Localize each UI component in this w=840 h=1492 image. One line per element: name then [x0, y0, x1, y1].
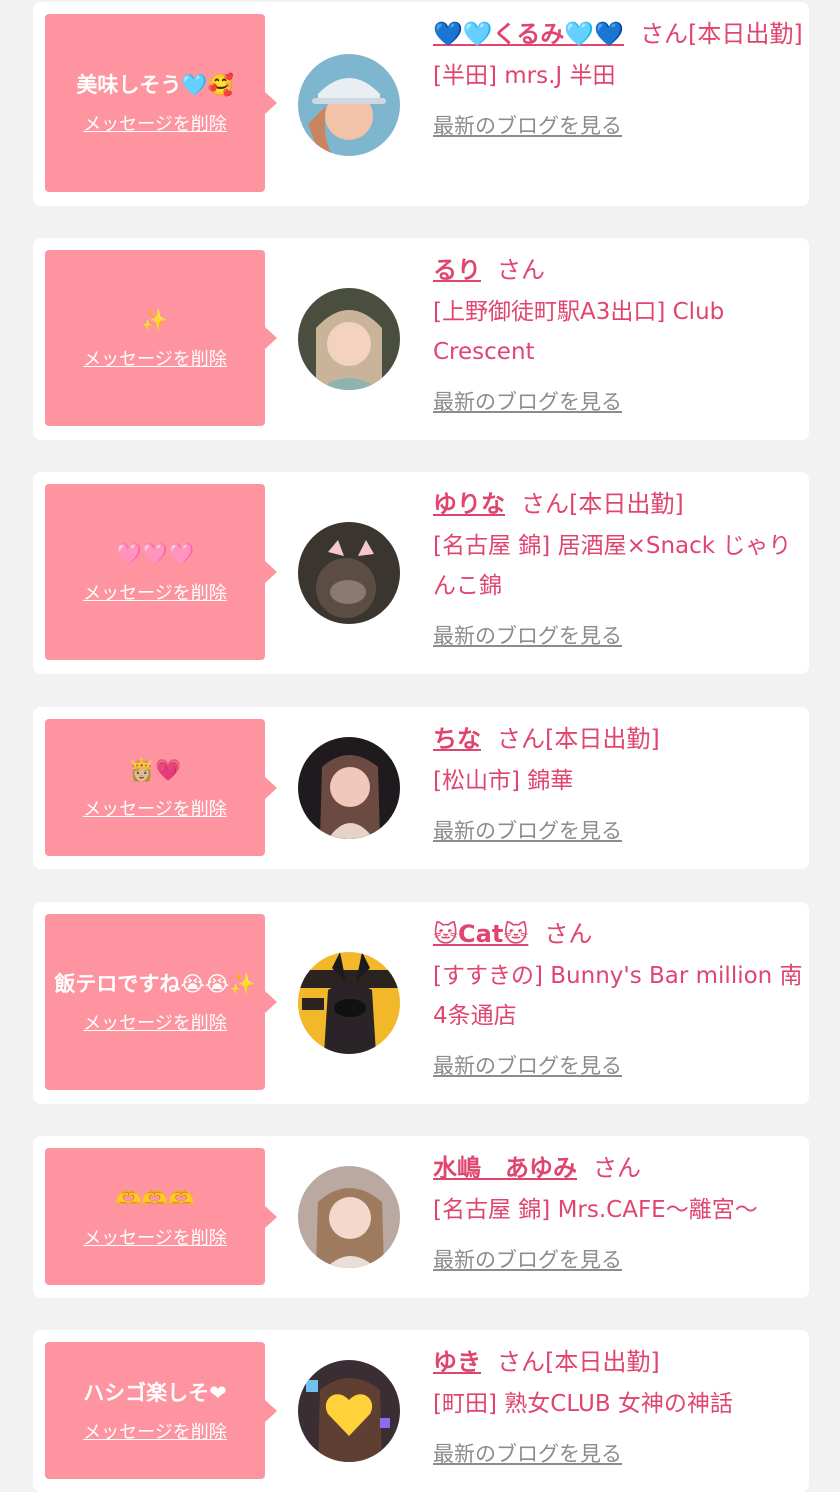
message-card: 🩷🩷🩷 メッセージを削除 ゆりな さん[本日出勤] [名古屋 錦] 居酒屋×Sna… — [33, 472, 809, 674]
profile-name-link[interactable]: るり — [433, 256, 481, 284]
latest-blog-link[interactable]: 最新のブログを見る — [433, 110, 622, 140]
message-card: 美味しそう🩵🥰 メッセージを削除 💙🩵くるみ🩵💙 さん[本日出勤] [半田] mr… — [33, 2, 809, 206]
latest-blog-link[interactable]: 最新のブログを見る — [433, 1244, 622, 1274]
delete-message-link[interactable]: メッセージを削除 — [83, 1418, 227, 1444]
profile-name-link[interactable]: ゆき — [433, 1348, 481, 1376]
message-card: ハシゴ楽しそ❤ メッセージを削除 ゆき さん[本日出勤] [町田] 熟女CLUB … — [33, 1330, 809, 1492]
message-text: 🫶🫶🫶 — [115, 1186, 195, 1211]
delete-message-link[interactable]: メッセージを削除 — [83, 110, 227, 136]
shop-name: [上野御徒町駅A3出口] Club Crescent — [433, 299, 725, 365]
avatar[interactable] — [298, 288, 400, 390]
shop-name: [すすきの] Bunny's Bar million 南4条通店 — [433, 963, 803, 1029]
profile-name-link[interactable]: ゆりな — [433, 490, 505, 518]
message-bubble: 美味しそう🩵🥰 メッセージを削除 — [45, 14, 277, 192]
shop-name: [松山市] 錦華 — [433, 768, 574, 794]
profile-name-link[interactable]: ちな — [433, 725, 481, 753]
profile-name-link[interactable]: 🐱Cat🐱 — [433, 920, 528, 948]
shop-name: [半田] mrs.J 半田 — [433, 63, 616, 89]
profile-info: ゆりな さん[本日出勤] [名古屋 錦] 居酒屋×Snack じゃりんこ錦 最新の… — [433, 484, 803, 650]
name-suffix: さん — [497, 256, 545, 284]
latest-blog-link[interactable]: 最新のブログを見る — [433, 620, 622, 650]
message-bubble: 🫶🫶🫶 メッセージを削除 — [45, 1148, 277, 1285]
delete-message-link[interactable]: メッセージを削除 — [83, 1224, 227, 1250]
message-card: 👸🏼💗 メッセージを削除 ちな さん[本日出勤] [松山市] 錦華 最新のブログを… — [33, 707, 809, 869]
profile-info: ちな さん[本日出勤] [松山市] 錦華 最新のブログを見る — [433, 719, 803, 845]
latest-blog-link[interactable]: 最新のブログを見る — [433, 1050, 622, 1080]
message-list: 美味しそう🩵🥰 メッセージを削除 💙🩵くるみ🩵💙 さん[本日出勤] [半田] mr… — [0, 0, 840, 1492]
shop-name: [名古屋 錦] 居酒屋×Snack じゃりんこ錦 — [433, 533, 792, 599]
profile-info: 水嶋 あゆみ さん [名古屋 錦] Mrs.CAFE～離宮～ 最新のブログを見る — [433, 1148, 803, 1274]
name-suffix: さん[本日出勤] — [497, 725, 660, 753]
message-text: 飯テロですね😭😭✨ — [54, 972, 256, 996]
avatar[interactable] — [298, 522, 400, 624]
profile-name-link[interactable]: 💙🩵くるみ🩵💙 — [433, 20, 624, 48]
message-card: 🫶🫶🫶 メッセージを削除 水嶋 あゆみ さん [名古屋 錦] Mrs.CAFE～離… — [33, 1136, 809, 1298]
message-bubble: 👸🏼💗 メッセージを削除 — [45, 719, 277, 856]
name-suffix: さん — [544, 920, 593, 948]
message-bubble: ハシゴ楽しそ❤ メッセージを削除 — [45, 1342, 277, 1479]
name-suffix: さん — [593, 1154, 641, 1182]
latest-blog-link[interactable]: 最新のブログを見る — [433, 815, 622, 845]
avatar[interactable] — [298, 54, 400, 156]
profile-info: るり さん [上野御徒町駅A3出口] Club Crescent 最新のブログを見… — [433, 250, 803, 416]
shop-name: [町田] 熟女CLUB 女神の神話 — [433, 1391, 733, 1417]
name-suffix: さん[本日出勤] — [521, 490, 684, 518]
delete-message-link[interactable]: メッセージを削除 — [83, 1009, 227, 1035]
profile-info: ゆき さん[本日出勤] [町田] 熟女CLUB 女神の神話 最新のブログを見る — [433, 1342, 803, 1468]
shop-name: [名古屋 錦] Mrs.CAFE～離宮～ — [433, 1197, 758, 1223]
profile-info: 💙🩵くるみ🩵💙 さん[本日出勤] [半田] mrs.J 半田 最新のブログを見る — [433, 14, 803, 140]
avatar[interactable] — [298, 1166, 400, 1268]
delete-message-link[interactable]: メッセージを削除 — [83, 345, 227, 371]
profile-info: 🐱Cat🐱 さん [すすきの] Bunny's Bar million 南4条通店… — [433, 914, 803, 1080]
avatar[interactable] — [298, 952, 400, 1054]
avatar[interactable] — [298, 1360, 400, 1462]
delete-message-link[interactable]: メッセージを削除 — [83, 579, 227, 605]
message-text: 🩷🩷🩷 — [115, 542, 195, 566]
delete-message-link[interactable]: メッセージを削除 — [83, 795, 227, 821]
latest-blog-link[interactable]: 最新のブログを見る — [433, 386, 622, 416]
message-text: ハシゴ楽しそ❤ — [83, 1380, 227, 1405]
message-text: ✨ — [141, 308, 169, 332]
message-card: 飯テロですね😭😭✨ メッセージを削除 🐱Cat🐱 さん [すすきの] Bunny'… — [33, 902, 809, 1104]
name-suffix: さん[本日出勤] — [497, 1348, 660, 1376]
profile-name-link[interactable]: 水嶋 あゆみ — [433, 1154, 577, 1182]
message-text: 👸🏼💗 — [128, 757, 182, 782]
message-bubble: ✨ メッセージを削除 — [45, 250, 277, 426]
latest-blog-link[interactable]: 最新のブログを見る — [433, 1438, 622, 1468]
message-card: ✨ メッセージを削除 るり さん [上野御徒町駅A3出口] Club Cresce… — [33, 238, 809, 440]
name-suffix: さん[本日出勤] — [640, 20, 803, 48]
message-bubble: 飯テロですね😭😭✨ メッセージを削除 — [45, 914, 277, 1090]
message-bubble: 🩷🩷🩷 メッセージを削除 — [45, 484, 277, 660]
avatar[interactable] — [298, 737, 400, 839]
message-text: 美味しそう🩵🥰 — [76, 73, 234, 97]
